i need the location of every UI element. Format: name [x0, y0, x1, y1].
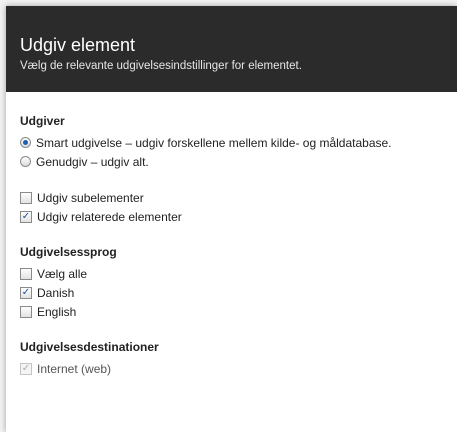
checkbox-icon[interactable] — [20, 267, 32, 280]
checkbox-target-internet: ✓ Internet (web) — [20, 359, 457, 378]
checkbox-checked-icon[interactable]: ✓ — [20, 286, 32, 299]
checkbox-checked-icon[interactable]: ✓ — [20, 210, 32, 223]
dialog-header: Udgiv element Vælg de relevante udgivels… — [6, 6, 457, 92]
checkbox-language-english[interactable]: English — [20, 302, 457, 321]
publish-dialog: Udgiv element Vælg de relevante udgivels… — [6, 6, 457, 432]
radio-smart-publish-label: Smart udgivelse – udgiv forskellene mell… — [36, 135, 392, 150]
radio-smart-publish[interactable]: Smart udgivelse – udgiv forskellene mell… — [20, 133, 457, 152]
checkbox-language-english-label: English — [37, 304, 77, 319]
radio-republish-label: Genudgiv – udgiv alt. — [36, 154, 149, 169]
checkbox-language-danish[interactable]: ✓ Danish — [20, 283, 457, 302]
checkbox-checked-disabled-icon: ✓ — [20, 362, 32, 375]
radio-republish[interactable]: Genudgiv – udgiv alt. — [20, 152, 457, 171]
targets-heading: Udgivelsesdestinationer — [20, 340, 159, 354]
checkbox-publish-subitems[interactable]: Udgiv subelementer — [20, 188, 457, 207]
checkbox-select-all-languages[interactable]: Vælg alle — [20, 264, 457, 283]
checkbox-publish-related[interactable]: ✓ Udgiv relaterede elementer — [20, 207, 457, 226]
dialog-title: Udgiv element — [20, 35, 136, 55]
checkbox-icon[interactable] — [20, 305, 32, 318]
dialog-subtitle: Vælg de relevante udgivelsesindstillinge… — [20, 60, 302, 72]
checkbox-select-all-label: Vælg alle — [37, 266, 88, 281]
checkbox-language-danish-label: Danish — [37, 285, 75, 300]
radio-button-selected-icon[interactable] — [20, 137, 31, 148]
radio-button-icon[interactable] — [20, 156, 31, 167]
checkbox-publish-subitems-label: Udgiv subelementer — [37, 190, 144, 205]
checkbox-target-internet-label: Internet (web) — [37, 361, 112, 376]
checkbox-icon[interactable] — [20, 191, 32, 204]
publisher-heading: Udgiver — [20, 114, 65, 128]
checkbox-publish-related-label: Udgiv relaterede elementer — [37, 209, 182, 224]
languages-heading: Udgivelsessprog — [20, 245, 117, 259]
dialog-body: Udgiver Smart udgivelse – udgiv forskell… — [6, 92, 457, 378]
